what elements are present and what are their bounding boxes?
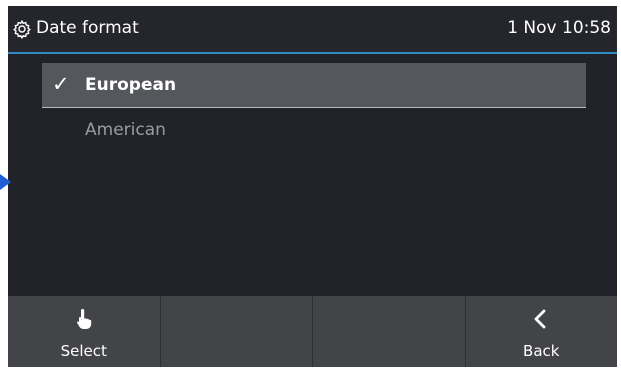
hand-pointer-icon [76, 309, 91, 329]
option-american[interactable]: American [42, 108, 586, 152]
back-softkey[interactable]: Back [466, 296, 618, 367]
softkey-empty-3[interactable] [313, 296, 466, 367]
softkey-empty-2[interactable] [161, 296, 313, 367]
checkmark-icon: ✓ [52, 72, 70, 96]
header-bar: Date format 1 Nov 10:58 [8, 6, 617, 54]
page-title: Date format [36, 18, 139, 38]
softkey-label: Back [523, 342, 560, 360]
gear-icon [13, 19, 31, 39]
date-time: 1 Nov 10:58 [507, 18, 611, 38]
softkey-label: Select [60, 342, 107, 360]
option-label: American [85, 120, 166, 140]
softkey-bar: Select Back [8, 296, 617, 367]
pointer-marker [0, 174, 11, 190]
option-label: European [85, 75, 177, 95]
option-european[interactable]: ✓ European [42, 63, 586, 108]
phone-screen: Date format 1 Nov 10:58 ✓ European Ameri… [8, 6, 617, 367]
chevron-left-icon [534, 309, 546, 329]
select-softkey[interactable]: Select [8, 296, 161, 367]
